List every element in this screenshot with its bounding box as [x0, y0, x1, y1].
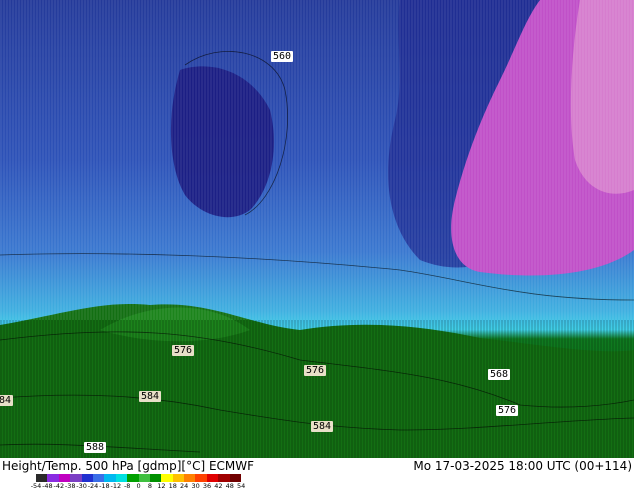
forecast-datetime: Mo 17-03-2025 18:00 UTC (00+114) [413, 459, 632, 473]
scale-swatch [127, 474, 139, 482]
scale-swatch [218, 474, 230, 482]
scale-swatch [104, 474, 116, 482]
contour-label-576-west: 576 [172, 345, 195, 356]
scale-tick-label: 54 [237, 482, 246, 490]
map-viewer: 560 576 576 568 576 84 584 584 588 Heigh… [0, 0, 634, 490]
scale-tick-label: 12 [157, 482, 166, 490]
scale-tick-label: -24 [87, 482, 99, 490]
contour-label-576-center: 576 [304, 365, 327, 376]
temperature-color-scale [36, 474, 242, 482]
scale-swatch [161, 474, 173, 482]
scale-tick-label: 18 [168, 482, 177, 490]
scale-swatch [58, 474, 71, 482]
scale-swatch [92, 474, 105, 482]
scale-tick-label: -18 [99, 482, 110, 490]
scale-tick-label: 8 [147, 482, 153, 490]
scale-swatch [195, 474, 207, 482]
hatch-overlay [0, 0, 634, 320]
scale-swatch [229, 474, 242, 482]
scale-tick-label: -54 [30, 482, 42, 490]
contour-label-560: 560 [271, 51, 294, 62]
temperature-scale-ticks: -54 -48 -42 -38 -30 -24 -18 -12 -8 0 8 12 18 24 30 36 42… [0, 483, 634, 490]
contour-label-584-south: 584 [311, 421, 334, 432]
scale-tick-label: -30 [76, 482, 87, 490]
scale-tick-label: 0 [136, 482, 141, 490]
scale-tick-label: -42 [53, 482, 65, 490]
weather-map[interactable] [0, 0, 634, 458]
scale-tick-label: 48 [225, 482, 234, 490]
scale-swatch [70, 474, 82, 482]
scale-swatch [149, 474, 162, 482]
contour-label-588: 588 [84, 442, 107, 453]
scale-tick-label: 36 [202, 482, 212, 490]
map-footer: Height/Temp. 500 hPa [gdmp][°C] ECMWF Mo… [0, 458, 634, 490]
scale-tick-label: -48 [42, 482, 53, 490]
scale-swatch [206, 474, 219, 482]
scale-tick-label: -12 [110, 482, 122, 490]
scale-swatch [138, 474, 150, 482]
scale-tick-label: 24 [180, 482, 189, 490]
map-title: Height/Temp. 500 hPa [gdmp][°C] ECMWF [2, 459, 255, 473]
scale-swatch [81, 474, 93, 482]
contour-label-584-west: 584 [139, 391, 162, 402]
contour-label-568: 568 [488, 369, 511, 380]
scale-tick-label: 42 [214, 482, 223, 490]
scale-tick-label: -8 [123, 482, 131, 490]
scale-swatch [172, 474, 185, 482]
scale-swatch [47, 474, 59, 482]
contour-label-576-east: 576 [496, 405, 519, 416]
scale-tick-label: -38 [64, 482, 76, 490]
scale-tick-label: 30 [191, 482, 200, 490]
contour-label-584-edge: 84 [0, 395, 14, 406]
scale-swatch [184, 474, 196, 482]
hatch-overlay-green [0, 320, 634, 458]
scale-swatch [36, 474, 48, 482]
scale-swatch [115, 474, 128, 482]
